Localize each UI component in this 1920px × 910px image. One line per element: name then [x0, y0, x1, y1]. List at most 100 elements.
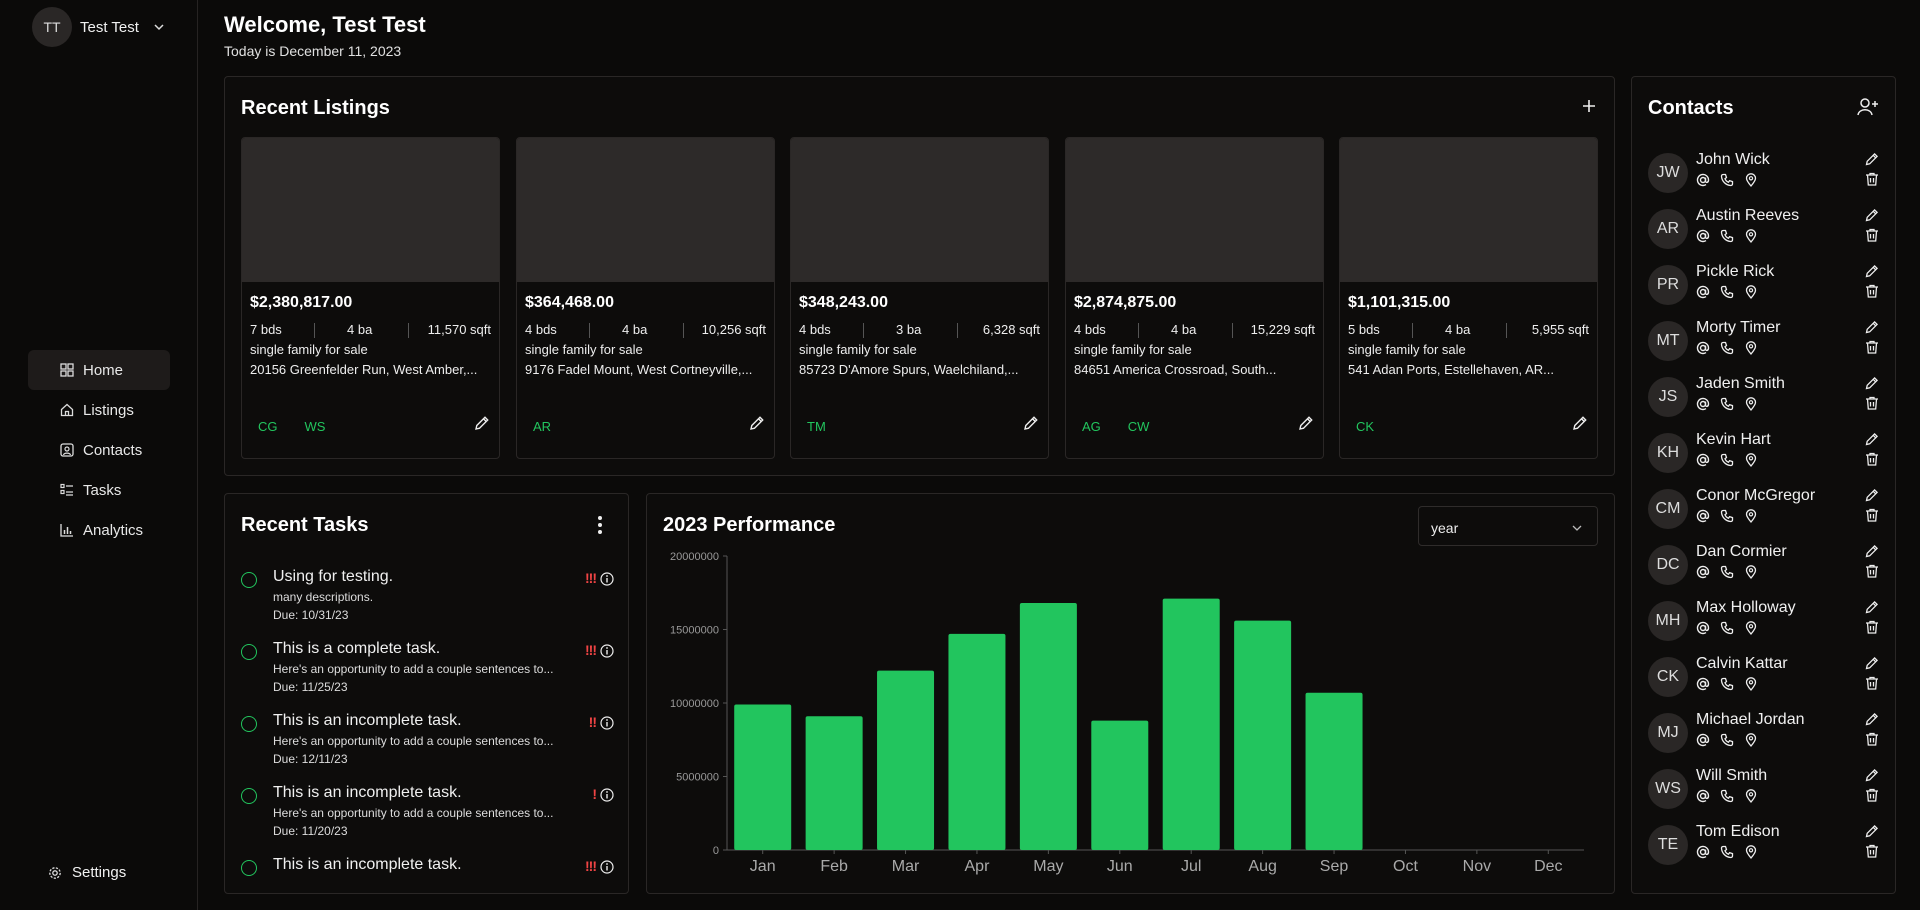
email-icon[interactable] — [1696, 285, 1710, 299]
contact-item[interactable]: PR Pickle Rick — [1648, 263, 1880, 307]
contact-item[interactable]: CK Calvin Kattar — [1648, 655, 1880, 699]
trash-icon[interactable] — [1864, 843, 1880, 859]
edit-icon[interactable] — [1022, 414, 1040, 432]
task-checkbox[interactable] — [241, 788, 257, 804]
location-pin-icon[interactable] — [1744, 285, 1758, 299]
edit-icon[interactable] — [1864, 543, 1880, 559]
contact-item[interactable]: AR Austin Reeves — [1648, 207, 1880, 251]
email-icon[interactable] — [1696, 845, 1710, 859]
contact-item[interactable]: TE Tom Edison — [1648, 823, 1880, 867]
trash-icon[interactable] — [1864, 395, 1880, 411]
edit-icon[interactable] — [1864, 263, 1880, 279]
contact-item[interactable]: KH Kevin Hart — [1648, 431, 1880, 475]
agent-badge[interactable]: WS — [297, 415, 334, 438]
phone-icon[interactable] — [1720, 789, 1734, 803]
edit-icon[interactable] — [1571, 414, 1589, 432]
sidebar-item-settings[interactable]: Settings — [48, 864, 126, 881]
task-checkbox[interactable] — [241, 572, 257, 588]
user-menu[interactable]: TT Test Test — [32, 7, 165, 47]
contact-item[interactable]: WS Will Smith — [1648, 767, 1880, 811]
email-icon[interactable] — [1696, 621, 1710, 635]
listing-card[interactable]: $1,101,315.00 5 bds 4 ba 5,955 sqft sing… — [1339, 137, 1598, 459]
location-pin-icon[interactable] — [1744, 173, 1758, 187]
sidebar-item-analytics[interactable]: Analytics — [28, 510, 170, 550]
email-icon[interactable] — [1696, 733, 1710, 747]
agent-badge[interactable]: AG — [1074, 415, 1109, 438]
agent-badge[interactable]: CG — [250, 415, 286, 438]
phone-icon[interactable] — [1720, 173, 1734, 187]
info-icon[interactable] — [600, 716, 614, 730]
email-icon[interactable] — [1696, 565, 1710, 579]
trash-icon[interactable] — [1864, 619, 1880, 635]
edit-icon[interactable] — [748, 414, 766, 432]
info-icon[interactable] — [600, 860, 614, 874]
phone-icon[interactable] — [1720, 845, 1734, 859]
location-pin-icon[interactable] — [1744, 733, 1758, 747]
phone-icon[interactable] — [1720, 229, 1734, 243]
phone-icon[interactable] — [1720, 733, 1734, 747]
listing-card[interactable]: $348,243.00 4 bds 3 ba 6,328 sqft single… — [790, 137, 1049, 459]
email-icon[interactable] — [1696, 789, 1710, 803]
location-pin-icon[interactable] — [1744, 789, 1758, 803]
email-icon[interactable] — [1696, 229, 1710, 243]
sidebar-item-listings[interactable]: Listings — [28, 390, 170, 430]
edit-icon[interactable] — [1864, 207, 1880, 223]
edit-icon[interactable] — [1864, 767, 1880, 783]
trash-icon[interactable] — [1864, 787, 1880, 803]
sidebar-item-contacts[interactable]: Contacts — [28, 430, 170, 470]
more-vertical-icon[interactable] — [596, 514, 604, 536]
contact-item[interactable]: MT Morty Timer — [1648, 319, 1880, 363]
contact-item[interactable]: MJ Michael Jordan — [1648, 711, 1880, 755]
phone-icon[interactable] — [1720, 453, 1734, 467]
trash-icon[interactable] — [1864, 675, 1880, 691]
edit-icon[interactable] — [1864, 655, 1880, 671]
edit-icon[interactable] — [1864, 431, 1880, 447]
trash-icon[interactable] — [1864, 339, 1880, 355]
trash-icon[interactable] — [1864, 227, 1880, 243]
edit-icon[interactable] — [1864, 711, 1880, 727]
email-icon[interactable] — [1696, 341, 1710, 355]
contact-item[interactable]: JW John Wick — [1648, 151, 1880, 195]
phone-icon[interactable] — [1720, 341, 1734, 355]
location-pin-icon[interactable] — [1744, 845, 1758, 859]
trash-icon[interactable] — [1864, 451, 1880, 467]
email-icon[interactable] — [1696, 453, 1710, 467]
edit-icon[interactable] — [1864, 599, 1880, 615]
edit-icon[interactable] — [1864, 151, 1880, 167]
location-pin-icon[interactable] — [1744, 509, 1758, 523]
add-user-icon[interactable] — [1857, 97, 1879, 117]
phone-icon[interactable] — [1720, 397, 1734, 411]
email-icon[interactable] — [1696, 677, 1710, 691]
email-icon[interactable] — [1696, 173, 1710, 187]
contact-item[interactable]: MH Max Holloway — [1648, 599, 1880, 643]
task-checkbox[interactable] — [241, 860, 257, 876]
info-icon[interactable] — [600, 644, 614, 658]
sidebar-item-home[interactable]: Home — [28, 350, 170, 390]
location-pin-icon[interactable] — [1744, 565, 1758, 579]
contact-item[interactable]: CM Conor McGregor — [1648, 487, 1880, 531]
location-pin-icon[interactable] — [1744, 621, 1758, 635]
edit-icon[interactable] — [1864, 487, 1880, 503]
trash-icon[interactable] — [1864, 563, 1880, 579]
phone-icon[interactable] — [1720, 621, 1734, 635]
plus-icon[interactable] — [1580, 97, 1598, 115]
email-icon[interactable] — [1696, 397, 1710, 411]
contact-item[interactable]: JS Jaden Smith — [1648, 375, 1880, 419]
edit-icon[interactable] — [1864, 823, 1880, 839]
trash-icon[interactable] — [1864, 171, 1880, 187]
listing-card[interactable]: $364,468.00 4 bds 4 ba 10,256 sqft singl… — [516, 137, 775, 459]
contact-item[interactable]: DC Dan Cormier — [1648, 543, 1880, 587]
phone-icon[interactable] — [1720, 285, 1734, 299]
agent-badge[interactable]: CW — [1120, 415, 1158, 438]
edit-icon[interactable] — [1864, 319, 1880, 335]
phone-icon[interactable] — [1720, 509, 1734, 523]
agent-badge[interactable]: AR — [525, 415, 559, 438]
edit-icon[interactable] — [1297, 414, 1315, 432]
trash-icon[interactable] — [1864, 507, 1880, 523]
location-pin-icon[interactable] — [1744, 341, 1758, 355]
period-select[interactable]: year — [1418, 506, 1598, 546]
listing-card[interactable]: $2,380,817.00 7 bds 4 ba 11,570 sqft sin… — [241, 137, 500, 459]
sidebar-item-tasks[interactable]: Tasks — [28, 470, 170, 510]
email-icon[interactable] — [1696, 509, 1710, 523]
location-pin-icon[interactable] — [1744, 397, 1758, 411]
